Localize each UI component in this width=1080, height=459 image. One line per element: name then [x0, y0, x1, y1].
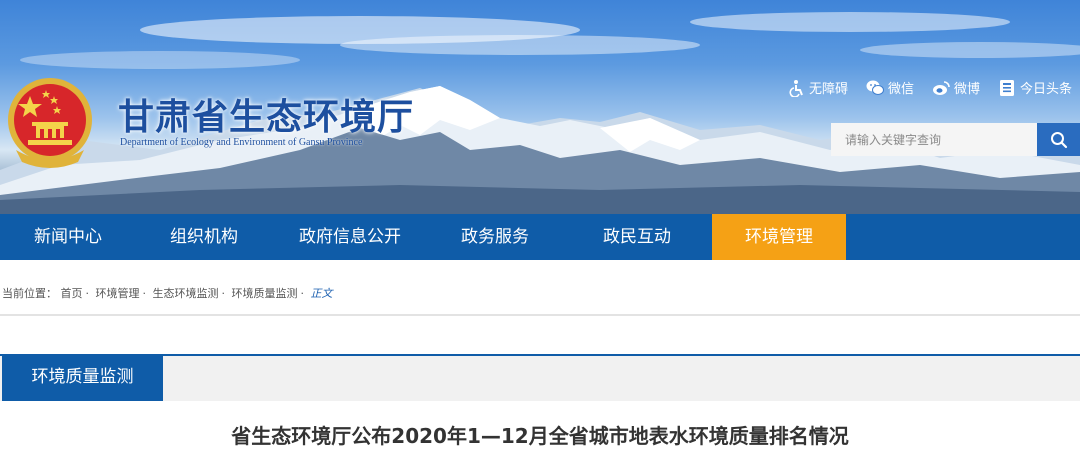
toutiao-label: 今日头条 [1019, 82, 1072, 97]
divider [0, 314, 1080, 316]
site-subtitle: Department of Ecology and Environment of… [120, 137, 363, 148]
wechat-label: 微信 [887, 82, 914, 97]
nav-item-news[interactable]: 新闻中心 [0, 214, 136, 260]
search-bar [831, 123, 1080, 156]
nav-item-interaction[interactable]: 政民互动 [562, 214, 712, 260]
section-tab[interactable]: 环境质量监测 [2, 354, 163, 401]
breadcrumb-env-management[interactable]: 环境管理 [96, 287, 140, 300]
national-emblem-icon [8, 78, 92, 168]
search-button[interactable] [1037, 123, 1080, 156]
breadcrumb-current: 正文 [310, 287, 333, 300]
search-icon [1050, 131, 1067, 148]
nav-item-organization[interactable]: 组织机构 [136, 214, 272, 260]
breadcrumb-eco-monitoring[interactable]: 生态环境监测 [153, 287, 219, 300]
search-input[interactable] [831, 123, 1037, 156]
accessibility-icon [789, 79, 803, 97]
accessibility-link[interactable]: 无障碍 [787, 78, 848, 97]
top-links: 无障碍 微信 微博 今日头条 [787, 78, 1072, 97]
main-nav: 新闻中心 组织机构 政府信息公开 政务服务 政民互动 环境管理 [0, 214, 1080, 260]
toutiao-link[interactable]: 今日头条 [998, 78, 1072, 97]
wechat-link[interactable]: 微信 [866, 78, 914, 97]
accessibility-label: 无障碍 [808, 82, 848, 97]
breadcrumb: 当前位置： 首页 · 环境管理 · 生态环境监测 · 环境质量监测 · 正文 [2, 287, 333, 300]
header-banner: 甘肃省生态环境厅 Department of Ecology and Envir… [0, 0, 1080, 214]
toutiao-icon [999, 79, 1014, 96]
wechat-icon [866, 80, 884, 95]
weibo-label: 微博 [953, 82, 980, 97]
weibo-icon [932, 80, 950, 95]
breadcrumb-prefix: 当前位置： [2, 287, 57, 300]
weibo-link[interactable]: 微博 [932, 78, 980, 97]
article-title: 省生态环境厅公布2020年1—12月全省城市地表水环境质量排名情况 [231, 424, 849, 448]
site-title[interactable]: 甘肃省生态环境厅 [118, 88, 414, 140]
breadcrumb-quality-monitoring[interactable]: 环境质量监测 [232, 287, 298, 300]
nav-item-environment[interactable]: 环境管理 [712, 214, 846, 260]
breadcrumb-home[interactable]: 首页 [61, 287, 83, 300]
nav-item-gov-info[interactable]: 政府信息公开 [272, 214, 428, 260]
nav-item-services[interactable]: 政务服务 [428, 214, 562, 260]
